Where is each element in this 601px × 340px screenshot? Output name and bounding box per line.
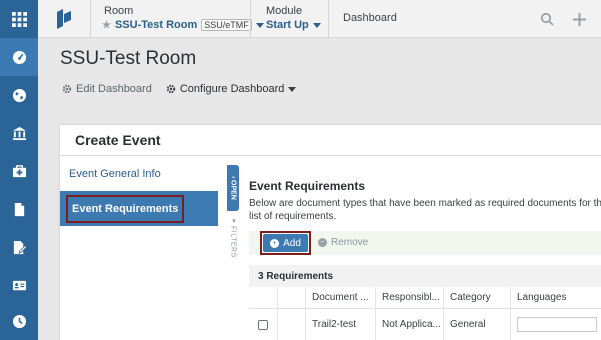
gear-icon [62,84,72,94]
row-blank-cell [277,309,305,340]
gear-icon [166,84,176,94]
cell-category: General [443,309,510,340]
languages-input[interactable] [517,317,597,332]
dashboard-gauge-icon[interactable] [0,38,38,76]
requirements-title: Event Requirements [249,179,366,193]
wizard-steps: Event General Info Event Requirements [60,156,218,226]
requirements-description: Below are document types that have been … [249,198,601,222]
column-header-blank [277,287,305,308]
add-requirement-button[interactable]: + Add [263,234,308,252]
add-button-highlight: + Add [260,231,311,255]
add-label: Add [283,237,301,249]
column-header-select [249,287,277,308]
chevron-right-icon: › [229,175,237,179]
column-header-category[interactable]: Category [443,287,510,308]
remove-label: Remove [331,237,369,248]
medical-kit-icon[interactable] [0,152,38,190]
id-card-icon[interactable] [0,266,38,304]
filter-icon: ▾ [230,217,237,226]
row-select-cell [249,309,277,340]
star-icon[interactable]: ★ [102,20,111,31]
plus-circle-icon: + [270,238,280,248]
edit-dashboard-button[interactable]: Edit Dashboard [60,81,154,97]
requirements-table: Document ... Responsibl... Category Lang… [249,287,601,340]
remove-requirement-button[interactable]: − Remove [318,237,368,248]
edit-dashboard-label: Edit Dashboard [76,83,152,95]
search-icon[interactable] [537,9,557,29]
column-header-document[interactable]: Document ... [305,287,375,308]
step-event-requirements[interactable]: Event Requirements [60,191,218,226]
table-header-row: Document ... Responsibl... Category Lang… [249,287,601,309]
chevron-down-icon [288,86,297,92]
plus-icon[interactable] [569,9,589,29]
document-sign-icon[interactable] [0,228,38,266]
page-title: SSU-Test Room [60,48,197,69]
room-selector[interactable]: ★ SSU-Test Room SSU/eTMF [102,19,264,31]
room-tag: SSU/eTMF [201,19,252,31]
chevron-down-icon [255,22,264,28]
clock-icon[interactable] [0,302,38,340]
cell-languages [510,309,601,340]
filters-label: ▾ FILTERS [229,217,238,258]
chevron-down-icon [312,22,321,28]
top-bar: Room ★ SSU-Test Room SSU/eTMF Module Sta… [38,0,601,38]
requirements-count: 3 Requirements [258,271,334,282]
create-event-modal: Create Event Event General Info Event Re… [60,125,601,340]
configure-dashboard-button[interactable]: Configure Dashboard [164,81,299,97]
table-row: Trail2-test Not Applica... General [249,309,601,340]
module-selector[interactable]: Start Up [266,19,321,31]
cell-document: Trail2-test [305,309,375,340]
column-header-languages[interactable]: Languages [510,287,601,308]
cell-responsible: Not Applica... [375,309,443,340]
filters-panel-toggle[interactable]: › OPEN ▾ FILTERS [227,165,239,265]
step-label: Event Requirements [66,194,185,223]
room-name: SSU-Test Room [114,19,198,31]
module-name: Start Up [266,19,309,31]
row-checkbox[interactable] [258,319,268,330]
step-label: Event General Info [69,167,161,180]
breadcrumb-dashboard[interactable]: Dashboard [343,12,397,24]
dashboard-toolbar: Edit Dashboard Configure Dashboard [60,81,298,97]
minus-circle-icon: − [318,238,327,247]
column-header-responsible[interactable]: Responsibl... [375,287,443,308]
bank-icon[interactable] [0,114,38,152]
room-label: Room [104,5,134,17]
step-event-general-info[interactable]: Event General Info [60,156,218,191]
left-nav-rail [0,0,38,340]
globe-icon[interactable] [0,76,38,114]
configure-dashboard-label: Configure Dashboard [179,83,285,95]
module-label: Module [266,5,303,17]
apps-grid-icon[interactable] [0,0,38,38]
app-logo[interactable] [38,0,90,38]
modal-title: Create Event [75,132,161,148]
document-icon[interactable] [0,190,38,228]
filters-open-label: OPEN [229,180,237,201]
